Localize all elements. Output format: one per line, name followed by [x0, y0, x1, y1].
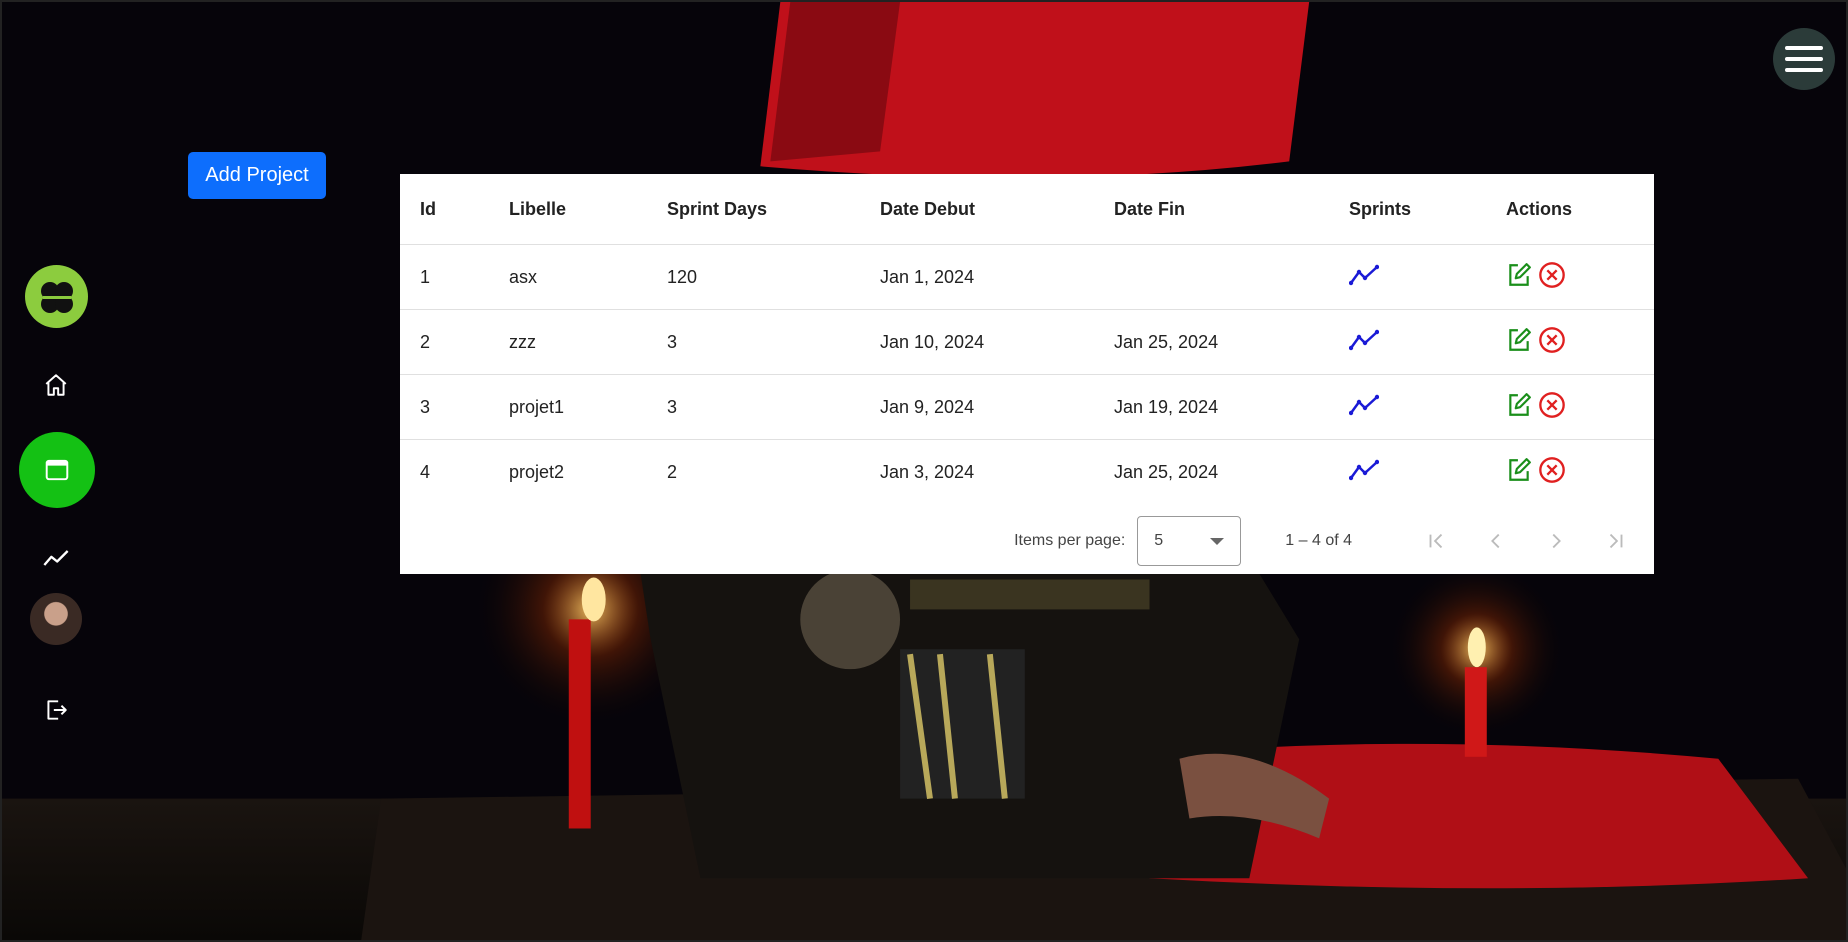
cell-sprint-days: 2 — [667, 461, 678, 482]
edit-icon[interactable] — [1506, 327, 1532, 358]
page-size-value: 5 — [1154, 532, 1164, 549]
cell-actions — [1486, 440, 1654, 505]
previous-page-button[interactable] — [1466, 511, 1526, 571]
sidebar-item-projects[interactable] — [19, 432, 95, 508]
cell-date-debut: Jan 9, 2024 — [860, 374, 1094, 440]
table-row: 3 projet1 3 Jan 9, 2024 Jan 19, 2024 — [400, 374, 1654, 440]
sprints-trend-icon[interactable] — [1348, 329, 1380, 356]
cell-sprint-days: 120 — [647, 244, 860, 310]
chevron-left-icon — [1491, 533, 1500, 549]
page-range-label: 1 – 4 of 4 — [1285, 532, 1352, 549]
sprints-trend-icon[interactable] — [1348, 459, 1380, 486]
sidebar-item-stats[interactable] — [36, 538, 76, 578]
header-sprints: Sprints — [1329, 174, 1486, 245]
user-avatar[interactable] — [30, 593, 82, 645]
delete-icon[interactable] — [1538, 456, 1566, 489]
cell-sprints — [1329, 440, 1486, 505]
cell-id: 1 — [400, 244, 489, 310]
hamburger-menu-button[interactable] — [1773, 28, 1835, 90]
next-page-button[interactable] — [1526, 511, 1586, 571]
sidebar-item-logout[interactable] — [36, 690, 76, 730]
delete-icon[interactable] — [1538, 391, 1566, 424]
cell-sprints — [1329, 244, 1486, 310]
trend-icon — [43, 550, 69, 566]
delete-icon[interactable] — [1538, 261, 1566, 294]
cell-date-fin: Jan 25, 2024 — [1114, 461, 1219, 482]
cell-date-fin — [1094, 244, 1329, 310]
edit-icon[interactable] — [1506, 457, 1532, 488]
cell-id: 2 — [400, 309, 489, 375]
cell-libelle: projet1 — [489, 374, 647, 440]
menu-line — [1785, 46, 1823, 50]
cell-libelle: asx — [489, 244, 647, 310]
cell-sprint-days: 3 — [647, 374, 860, 440]
sprints-trend-icon[interactable] — [1348, 394, 1380, 421]
edit-icon[interactable] — [1506, 262, 1532, 293]
table-row: 2 zzz 3 Jan 10, 2024 Jan 25, 2024 — [400, 309, 1654, 375]
header-date-debut[interactable]: Date Debut — [860, 174, 1094, 245]
logo-icon — [40, 281, 73, 313]
cell-actions — [1486, 374, 1654, 440]
cell-actions — [1486, 244, 1654, 310]
app-logo[interactable] — [25, 265, 88, 328]
menu-line — [1785, 68, 1823, 72]
cell-sprints — [1329, 309, 1486, 375]
paginator: Items per page: 5 1 – 4 of 4 — [400, 508, 1654, 574]
cell-actions — [1486, 309, 1654, 375]
add-project-button[interactable]: Add Project — [188, 152, 326, 199]
first-page-button[interactable] — [1406, 511, 1466, 571]
cell-date-fin: Jan 19, 2024 — [1094, 374, 1329, 440]
chevron-right-icon — [1552, 533, 1561, 549]
cell-date-debut: Jan 1, 2024 — [860, 244, 1094, 310]
home-icon — [45, 374, 67, 396]
header-id[interactable]: Id — [400, 174, 489, 245]
header-sprint-days[interactable]: Sprint Days — [647, 174, 860, 245]
sidebar-item-home[interactable] — [36, 365, 76, 405]
first-page-icon — [1429, 533, 1443, 549]
last-page-button[interactable] — [1586, 511, 1646, 571]
sprints-trend-icon[interactable] — [1348, 264, 1380, 291]
header-libelle[interactable]: Libelle — [489, 174, 647, 245]
cell-sprint-days: 3 — [647, 309, 860, 375]
cell-id: 3 — [400, 374, 489, 440]
projects-table-card: Id Libelle Sprint Days Date Debut Date F… — [400, 174, 1654, 574]
projects-table: Id Libelle Sprint Days Date Debut Date F… — [400, 174, 1654, 504]
cell-date-debut: Jan 3, 2024 — [880, 461, 975, 482]
table-row: 1 asx 120 Jan 1, 2024 — [400, 244, 1654, 310]
chevron-down-icon — [1210, 537, 1225, 545]
last-page-icon — [1609, 533, 1623, 549]
edit-icon[interactable] — [1506, 392, 1532, 423]
cell-id: 4 — [420, 461, 431, 482]
cell-date-fin: Jan 25, 2024 — [1094, 309, 1329, 375]
header-date-fin[interactable]: Date Fin — [1094, 174, 1329, 245]
delete-icon[interactable] — [1538, 326, 1566, 359]
cell-libelle: zzz — [489, 309, 647, 375]
table-header-row: Id Libelle Sprint Days Date Debut Date F… — [400, 174, 1654, 245]
menu-line — [1785, 57, 1823, 61]
cell-libelle: projet2 — [509, 461, 565, 482]
page-size-select[interactable]: 5 — [1137, 516, 1242, 566]
table-row: 4 projet2 2 Jan 3, 2024 Jan 25, 2024 — [400, 440, 1654, 505]
items-per-page-label: Items per page: — [1014, 532, 1126, 549]
logout-icon — [47, 700, 67, 720]
cell-date-debut: Jan 10, 2024 — [860, 309, 1094, 375]
header-actions: Actions — [1486, 174, 1654, 245]
window-icon — [45, 459, 69, 481]
cell-sprints — [1329, 374, 1486, 440]
